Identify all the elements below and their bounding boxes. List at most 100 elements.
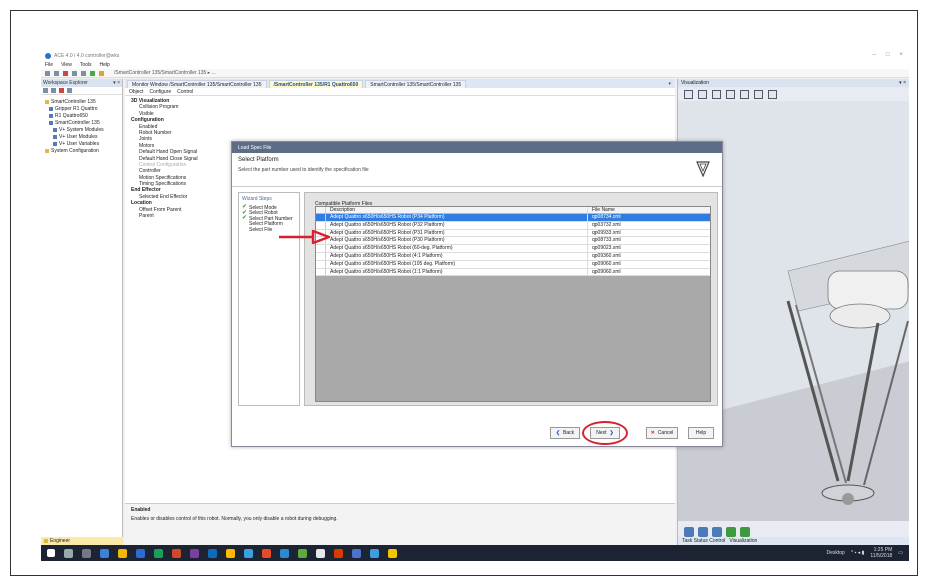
clock[interactable]: 1:25 PM 11/5/2018 bbox=[870, 547, 892, 559]
back-button[interactable]: ❮ Back bbox=[550, 427, 580, 439]
system-tray: Desktop ^ ▪ ◂ ▮ 1:25 PM 11/5/2018 ▭ bbox=[826, 547, 903, 559]
browser-icon[interactable] bbox=[244, 548, 253, 558]
table-row[interactable]: Adept Quattro s650H/s650HS Robot (1:1 Pl… bbox=[316, 268, 710, 277]
user-level[interactable]: Engineer bbox=[50, 538, 70, 544]
chrome-icon[interactable] bbox=[262, 548, 271, 558]
record-icon[interactable] bbox=[712, 527, 722, 537]
vnc-icon[interactable] bbox=[298, 548, 307, 558]
help-button[interactable]: Help bbox=[688, 427, 714, 439]
rotate-icon[interactable] bbox=[726, 89, 735, 99]
column-description[interactable]: Description bbox=[326, 207, 588, 213]
word-icon[interactable] bbox=[136, 548, 145, 558]
start-icon[interactable] bbox=[47, 549, 55, 557]
property-row[interactable]: Parent bbox=[131, 213, 211, 219]
skype-icon[interactable] bbox=[370, 548, 379, 558]
folder-icon[interactable] bbox=[118, 548, 127, 558]
check-icon[interactable] bbox=[740, 527, 750, 537]
tree-item[interactable]: Gripper R1 Quattro bbox=[41, 105, 122, 112]
desktop-label[interactable]: Desktop bbox=[826, 550, 844, 556]
ie-icon[interactable] bbox=[280, 548, 289, 558]
table-row[interactable]: Adept Quattro s650H/s650HS Robot (P30 Pl… bbox=[316, 237, 710, 246]
notification-icon[interactable]: ▭ bbox=[898, 550, 903, 556]
task-view-icon[interactable] bbox=[82, 548, 91, 558]
workspace-header: Workspace Explorer ▾ × bbox=[41, 79, 122, 87]
tab-visualization[interactable]: Visualization bbox=[729, 538, 757, 544]
subtab-control[interactable]: Control bbox=[177, 89, 193, 95]
main-toolbar: /SmartController 135/SmartController 135… bbox=[41, 69, 909, 78]
tree-item[interactable]: SmartController 135 bbox=[41, 98, 122, 105]
paste-icon[interactable] bbox=[67, 88, 72, 93]
tab-task-status[interactable]: Task Status Control bbox=[682, 538, 725, 544]
grid-icon[interactable] bbox=[754, 89, 763, 99]
table-row[interactable]: Adept Quattro s650H/s650HS Robot (4:1 Pl… bbox=[316, 252, 710, 261]
ace-icon[interactable] bbox=[226, 548, 235, 558]
measure-icon[interactable] bbox=[740, 89, 749, 99]
user-icon bbox=[44, 539, 48, 543]
powerpoint-icon[interactable] bbox=[172, 548, 181, 558]
wizard-steps-title: Wizard Steps bbox=[242, 196, 272, 202]
save-icon[interactable] bbox=[45, 70, 50, 76]
table-row[interactable]: Adept Quattro s650H/s650HS Robot (105 de… bbox=[316, 260, 710, 269]
menu-tools[interactable]: Tools bbox=[80, 62, 92, 68]
maximize-icon[interactable]: □ bbox=[886, 52, 890, 58]
column-file-name[interactable]: File Name bbox=[588, 207, 710, 213]
outlook-icon[interactable] bbox=[208, 548, 217, 558]
onenote-icon[interactable] bbox=[190, 548, 199, 558]
robot-icon[interactable] bbox=[768, 89, 777, 99]
delete-icon[interactable] bbox=[59, 88, 64, 93]
cancel-button[interactable]: ✕ Cancel bbox=[646, 427, 678, 439]
play-icon[interactable] bbox=[726, 527, 736, 537]
menu-help[interactable]: Help bbox=[100, 62, 110, 68]
app-icon[interactable] bbox=[100, 548, 109, 558]
tab-smartcontroller[interactable]: SmartController 135/SmartController 135 bbox=[365, 80, 467, 88]
subtab-object[interactable]: Object bbox=[129, 89, 143, 95]
tree-item[interactable]: SmartController 135 bbox=[41, 119, 122, 126]
subtab-configure[interactable]: Configure bbox=[149, 89, 171, 95]
pin-icon[interactable]: ▾ × bbox=[113, 80, 120, 86]
grid-header: Description File Name bbox=[316, 207, 710, 214]
view-icon[interactable] bbox=[712, 89, 721, 99]
tree-item[interactable]: V+ System Modules bbox=[41, 126, 122, 133]
copy-icon[interactable] bbox=[51, 88, 56, 93]
zoom-icon[interactable] bbox=[684, 89, 693, 99]
close-icon[interactable]: × bbox=[899, 52, 903, 58]
find-icon[interactable] bbox=[54, 70, 59, 76]
undo-icon[interactable] bbox=[72, 70, 77, 76]
new-icon[interactable] bbox=[43, 88, 48, 93]
tray-icons[interactable]: ^ ▪ ◂ ▮ bbox=[851, 550, 865, 556]
tree-item[interactable]: R1 Quattro650 bbox=[41, 112, 122, 119]
stop-icon[interactable] bbox=[63, 70, 68, 76]
tree-item[interactable]: V+ User Modules bbox=[41, 133, 122, 140]
menu-view[interactable]: View bbox=[61, 62, 72, 68]
pdf-icon[interactable] bbox=[334, 548, 343, 558]
menu-file[interactable]: File bbox=[45, 62, 53, 68]
tab-robot-quattro[interactable]: /SmartController 135/R1 Quattro650 bbox=[268, 80, 364, 88]
menu-bar: File View Tools Help bbox=[41, 61, 909, 69]
document-tabs: Monitor Window /SmartController 135/Smar… bbox=[125, 79, 675, 88]
notes-icon[interactable] bbox=[388, 548, 397, 558]
table-row[interactable]: Adept Quattro s650H/s650HS Robot (P32 Pl… bbox=[316, 221, 710, 230]
minimize-icon[interactable]: – bbox=[873, 52, 876, 58]
search-icon[interactable] bbox=[64, 548, 73, 558]
misc-icon[interactable] bbox=[316, 548, 325, 558]
node-icon bbox=[49, 120, 53, 125]
redo-icon[interactable] bbox=[81, 70, 86, 76]
close-tab-icon[interactable]: ▾ bbox=[668, 81, 675, 87]
viz-pin-icon[interactable]: ▾ × bbox=[899, 80, 906, 86]
clock-date: 11/5/2018 bbox=[870, 553, 893, 559]
run-icon[interactable] bbox=[90, 70, 95, 76]
warning-icon[interactable] bbox=[99, 70, 104, 76]
table-row[interactable]: Adept Quattro s650H/s650HS Robot (P34 Pl… bbox=[316, 214, 710, 222]
table-row[interactable]: Adept Quattro s650H/s650HS Robot (60-deg… bbox=[316, 245, 710, 253]
tab-monitor-window[interactable]: Monitor Window /SmartController 135/Smar… bbox=[127, 80, 267, 88]
excel-icon[interactable] bbox=[154, 548, 163, 558]
cell-file-name: qp09360.xml bbox=[592, 252, 621, 259]
jog-icon[interactable] bbox=[698, 527, 708, 537]
tree-item[interactable]: System Configuration bbox=[41, 147, 122, 154]
move-icon[interactable] bbox=[684, 527, 694, 537]
workspace-title: Workspace Explorer bbox=[43, 80, 88, 86]
tree-item[interactable]: V+ User Variables bbox=[41, 140, 122, 147]
table-row[interactable]: Adept Quattro s650H/s650HS Robot (P31 Pl… bbox=[316, 229, 710, 238]
pointer-icon[interactable] bbox=[698, 89, 707, 99]
network-icon[interactable] bbox=[352, 548, 361, 558]
